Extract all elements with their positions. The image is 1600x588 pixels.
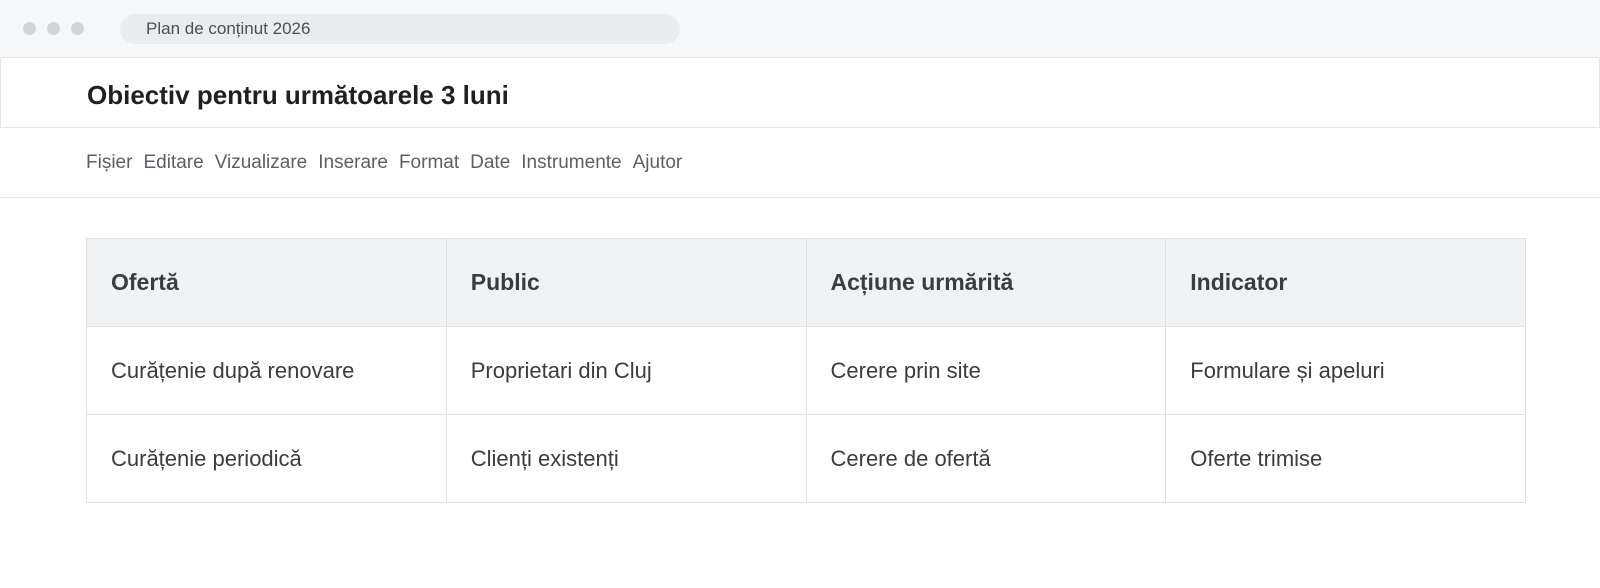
- document-header: Obiectiv pentru următoarele 3 luni: [0, 58, 1600, 128]
- menu-item-view[interactable]: Vizualizare: [215, 152, 308, 174]
- column-header-offer: Ofertă: [86, 238, 447, 327]
- table-cell[interactable]: Cerere prin site: [805, 326, 1167, 415]
- table-row: Curățenie după renovare Proprietari din …: [86, 326, 1526, 415]
- column-header-indicator: Indicator: [1165, 238, 1526, 327]
- table-row: Curățenie periodică Clienți existenți Ce…: [86, 414, 1526, 503]
- table-cell[interactable]: Proprietari din Cluj: [445, 326, 807, 415]
- maximize-window-icon[interactable]: [71, 22, 84, 35]
- menu-item-format[interactable]: Format: [399, 152, 459, 174]
- page-title: Obiectiv pentru următoarele 3 luni: [87, 80, 509, 110]
- column-header-audience: Public: [445, 238, 807, 327]
- table-cell[interactable]: Clienți existenți: [445, 414, 807, 503]
- menu-item-tools[interactable]: Instrumente: [521, 152, 621, 174]
- menu-item-insert[interactable]: Inserare: [318, 152, 388, 174]
- table-cell[interactable]: Curățenie periodică: [86, 414, 447, 503]
- menu-item-file[interactable]: Fișier: [86, 152, 132, 174]
- minimize-window-icon[interactable]: [47, 22, 60, 35]
- content-table: Ofertă Public Acțiune urmărită Indicator…: [86, 238, 1526, 503]
- table-header-row: Ofertă Public Acțiune urmărită Indicator: [86, 238, 1526, 327]
- window-titlebar: Plan de conținut 2026: [0, 0, 1600, 58]
- column-header-action: Acțiune urmărită: [805, 238, 1167, 327]
- menu-item-edit[interactable]: Editare: [143, 152, 203, 174]
- close-window-icon[interactable]: [23, 22, 36, 35]
- table-cell[interactable]: Formulare și apeluri: [1165, 326, 1526, 415]
- table-cell[interactable]: Curățenie după renovare: [86, 326, 447, 415]
- menu-item-help[interactable]: Ajutor: [633, 152, 683, 174]
- address-bar[interactable]: Plan de conținut 2026: [120, 14, 680, 44]
- menu-bar: Fișier Editare Vizualizare Inserare Form…: [0, 128, 1600, 198]
- menu-item-data[interactable]: Date: [470, 152, 510, 174]
- table-cell[interactable]: Cerere de ofertă: [805, 414, 1167, 503]
- table-cell[interactable]: Oferte trimise: [1165, 414, 1526, 503]
